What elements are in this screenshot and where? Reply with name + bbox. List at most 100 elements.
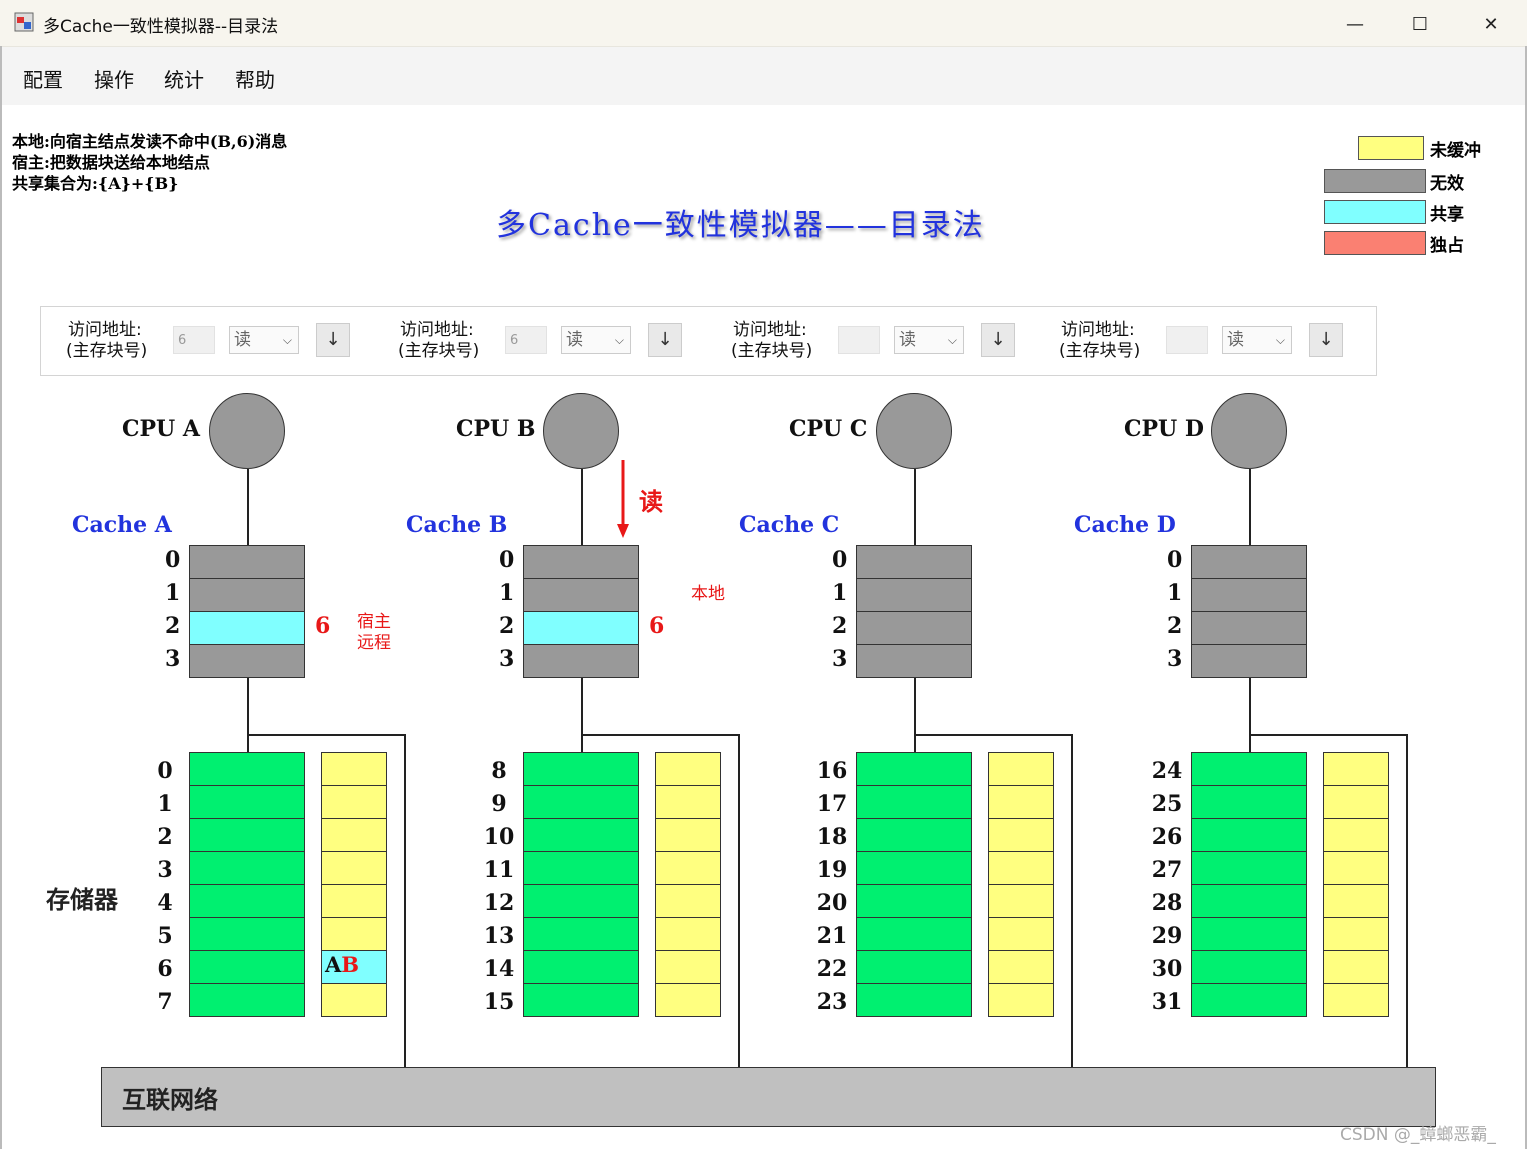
memory-block[interactable] [189,917,305,951]
address-input[interactable] [838,326,880,354]
memory-block[interactable] [523,785,639,819]
cache-line[interactable] [523,545,639,579]
address-input[interactable]: 6 [505,326,547,354]
memory-block[interactable] [523,884,639,918]
memory-block[interactable] [856,851,972,885]
operation-select[interactable]: 读 ⌵ [1222,326,1292,354]
memory-block[interactable] [189,884,305,918]
memory-block[interactable] [189,818,305,852]
directory-entry[interactable] [1323,917,1389,951]
memory-block[interactable] [189,752,305,786]
directory-entry[interactable] [321,851,387,885]
memory-block[interactable] [856,884,972,918]
cache-line[interactable] [1191,611,1307,645]
memory-block[interactable] [856,752,972,786]
directory-entry[interactable] [321,785,387,819]
directory-entry[interactable] [655,818,721,852]
directory-entry[interactable] [1323,851,1389,885]
memory-block[interactable] [189,950,305,984]
memory-block[interactable] [856,983,972,1017]
memory-block[interactable] [523,818,639,852]
cpu-node[interactable] [1211,393,1287,469]
operation-select[interactable]: 读 ⌵ [894,326,964,354]
memory-block[interactable] [189,983,305,1017]
memory-block[interactable] [1191,851,1307,885]
operation-select[interactable]: 读 ⌵ [561,326,631,354]
cache-line[interactable] [856,578,972,612]
memory-block[interactable] [1191,752,1307,786]
directory-entry[interactable] [321,752,387,786]
menu-operate[interactable]: 操作 [94,64,134,93]
cache-line[interactable] [523,578,639,612]
operation-select[interactable]: 读 ⌵ [229,326,299,354]
memory-block[interactable] [1191,950,1307,984]
cache-line[interactable] [1191,545,1307,579]
directory-entry[interactable] [321,983,387,1017]
directory-entry[interactable] [1323,752,1389,786]
cache-line[interactable] [189,611,305,645]
directory-entry[interactable] [655,752,721,786]
memory-block[interactable] [189,785,305,819]
directory-entry[interactable] [321,917,387,951]
cpu-node[interactable] [876,393,952,469]
cpu-node[interactable] [543,393,619,469]
memory-block[interactable] [856,917,972,951]
directory-entry[interactable] [1323,884,1389,918]
memory-block[interactable] [189,851,305,885]
directory-entry[interactable] [655,917,721,951]
cache-line[interactable] [523,644,639,678]
memory-block[interactable] [1191,917,1307,951]
directory-entry[interactable] [988,818,1054,852]
memory-block[interactable] [523,917,639,951]
directory-entry[interactable] [655,851,721,885]
directory-entry[interactable] [988,752,1054,786]
maximize-button[interactable]: ☐ [1397,10,1443,38]
cache-line[interactable] [1191,644,1307,678]
directory-entry[interactable] [1323,983,1389,1017]
directory-entry[interactable] [321,884,387,918]
cache-line[interactable] [189,644,305,678]
execute-down-button[interactable]: ↓ [316,323,350,357]
directory-entry[interactable] [988,950,1054,984]
directory-entry[interactable]: AB [321,950,387,984]
directory-entry[interactable] [321,818,387,852]
execute-down-button[interactable]: ↓ [648,323,682,357]
memory-block[interactable] [1191,884,1307,918]
cache-line[interactable] [856,611,972,645]
memory-block[interactable] [856,818,972,852]
menu-help[interactable]: 帮助 [235,64,275,93]
cache-line[interactable] [1191,578,1307,612]
directory-entry[interactable] [988,884,1054,918]
directory-entry[interactable] [655,884,721,918]
menu-stats[interactable]: 统计 [164,64,204,93]
address-input[interactable] [1166,326,1208,354]
memory-block[interactable] [1191,983,1307,1017]
directory-entry[interactable] [655,983,721,1017]
directory-entry[interactable] [655,785,721,819]
directory-entry[interactable] [655,950,721,984]
memory-block[interactable] [1191,785,1307,819]
minimize-button[interactable]: — [1332,10,1378,38]
memory-block[interactable] [1191,818,1307,852]
memory-block[interactable] [523,950,639,984]
directory-entry[interactable] [1323,785,1389,819]
memory-block[interactable] [856,950,972,984]
cache-line[interactable] [856,545,972,579]
directory-entry[interactable] [988,917,1054,951]
execute-down-button[interactable]: ↓ [1309,323,1343,357]
address-input[interactable]: 6 [173,326,215,354]
memory-block[interactable] [523,752,639,786]
cache-line[interactable] [189,578,305,612]
memory-block[interactable] [523,983,639,1017]
directory-entry[interactable] [988,851,1054,885]
close-button[interactable]: ✕ [1468,10,1514,38]
directory-entry[interactable] [1323,818,1389,852]
memory-block[interactable] [523,851,639,885]
memory-block[interactable] [856,785,972,819]
cache-line[interactable] [189,545,305,579]
directory-entry[interactable] [1323,950,1389,984]
directory-entry[interactable] [988,785,1054,819]
cpu-node[interactable] [209,393,285,469]
cache-line[interactable] [856,644,972,678]
cache-line[interactable] [523,611,639,645]
